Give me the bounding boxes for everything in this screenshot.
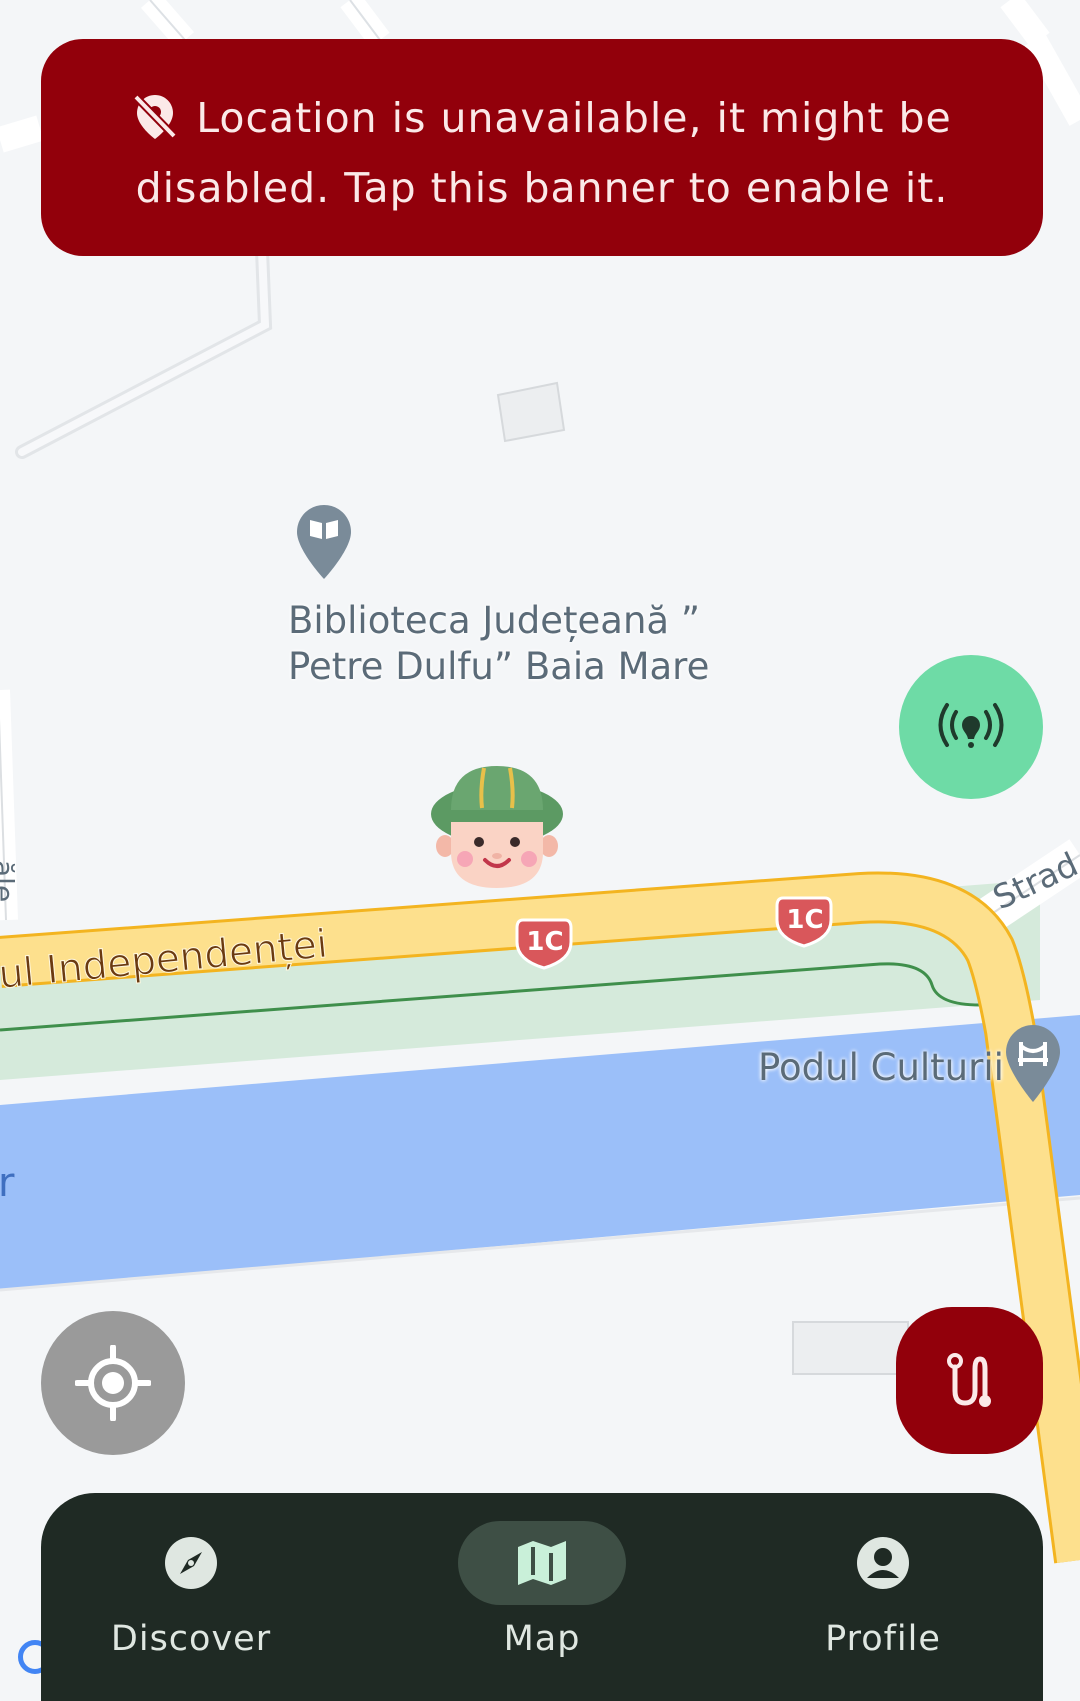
river-label: r — [0, 1160, 15, 1206]
nav-item-profile[interactable]: Profile — [733, 1493, 1033, 1701]
location-off-icon — [133, 94, 178, 139]
route-icon — [946, 1352, 991, 1407]
building — [496, 381, 566, 443]
user-avatar-marker[interactable] — [429, 764, 565, 890]
nav-item-discover[interactable]: Discover — [41, 1493, 341, 1701]
poi-label-bridge[interactable]: Podul Culturii — [758, 1046, 1004, 1089]
location-unavailable-banner[interactable]: Location is unavailable, it might be dis… — [41, 39, 1043, 256]
broadcast-button[interactable] — [899, 655, 1043, 799]
book-pin-icon[interactable] — [297, 505, 351, 579]
nav-item-map[interactable]: Map — [392, 1493, 692, 1701]
nav-label-profile: Profile — [825, 1619, 941, 1659]
footpath — [15, 243, 273, 459]
route-button[interactable] — [896, 1307, 1043, 1454]
side-street-label: ăle — [0, 860, 20, 902]
building — [792, 1321, 909, 1375]
poi-label-library[interactable]: Biblioteca Județeană ” Petre Dulfu” Baia… — [288, 598, 709, 690]
map-icon — [518, 1541, 566, 1585]
bottom-navigation: Discover Map Profile — [41, 1493, 1043, 1701]
nav-label-map: Map — [503, 1619, 581, 1659]
banner-text: Location is unavailable, it might be dis… — [135, 94, 952, 212]
svg-text:1C: 1C — [526, 927, 563, 957]
my-location-icon — [75, 1345, 151, 1421]
compass-icon — [165, 1537, 217, 1589]
nav-label-discover: Discover — [110, 1619, 272, 1659]
svg-text:1C: 1C — [786, 905, 823, 935]
broadcast-icon — [938, 703, 1004, 748]
my-location-button[interactable] — [41, 1311, 185, 1455]
account-icon — [857, 1537, 909, 1589]
